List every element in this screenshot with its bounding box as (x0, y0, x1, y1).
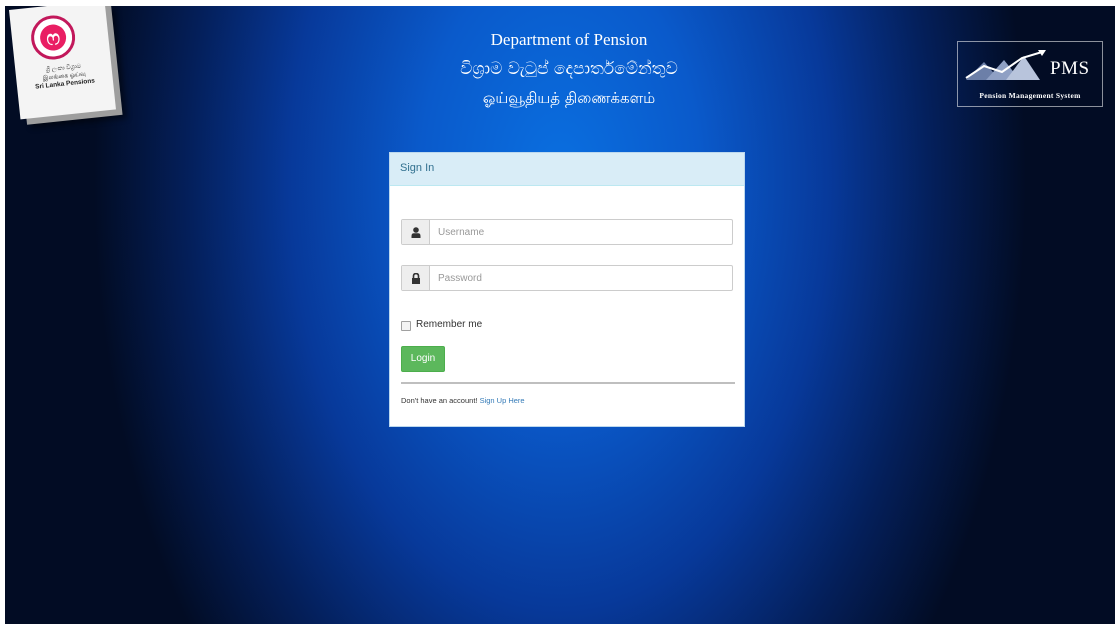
logo-caption: ශ්‍රී ලංකා විශ්‍රාම இலங்கை ஓய்வு Sri Lan… (21, 60, 107, 93)
remember-me-checkbox[interactable] (401, 321, 411, 331)
sign-up-link[interactable]: Sign Up Here (480, 396, 525, 405)
no-account-text: Don't have an account! (401, 396, 478, 405)
department-header: Department of Pension විශ්‍රාම වැටුප් දෙ… (389, 28, 749, 110)
user-icon (402, 220, 430, 244)
username-input-group (401, 219, 733, 245)
signin-panel: Sign In Remember me Login (389, 152, 745, 427)
department-title-sinhala: විශ්‍රාම වැටුප් දෙපාර්තමේන්තුව (460, 59, 678, 79)
divider (401, 382, 735, 384)
login-button[interactable]: Login (401, 346, 445, 372)
signin-heading: Sign In (390, 153, 744, 186)
department-title-tamil: ஓய்வூதியத் திணைக்களம் (482, 89, 656, 107)
login-page-background: ෆ ශ්‍රී ලංකා විශ්‍රාම இலங்கை ஓய்வு Sri L… (5, 6, 1115, 624)
lock-icon (402, 266, 430, 290)
remember-me-label[interactable]: Remember me (416, 319, 482, 330)
username-input[interactable] (438, 223, 718, 241)
signup-prompt: Don't have an account! Sign Up Here (401, 396, 525, 405)
pms-chart-icon (965, 50, 1046, 80)
department-title-english: Department of Pension (490, 30, 648, 49)
pms-subtitle: Pension Management System (979, 91, 1081, 100)
pms-title: PMS (1050, 58, 1090, 79)
sri-lanka-pensions-logo: ෆ ශ්‍රී ලංකා විශ්‍රාම இலங்கை ஓய்வு Sri L… (9, 6, 116, 120)
password-input-group (401, 265, 733, 291)
password-input[interactable] (438, 269, 718, 287)
pms-logo: PMS Pension Management System (957, 41, 1103, 107)
pension-emblem-icon: ෆ (28, 13, 78, 62)
emblem-glyph: ෆ (45, 24, 62, 51)
